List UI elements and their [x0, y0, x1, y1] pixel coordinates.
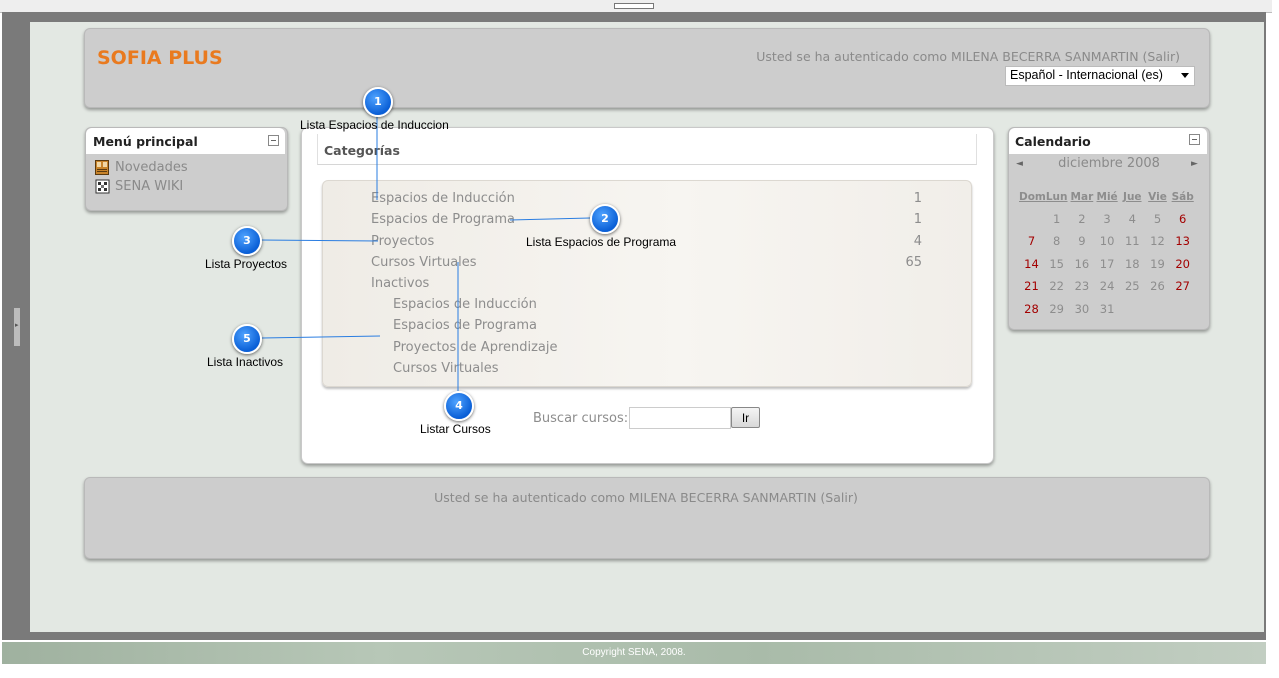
callout-label-4: Listar Cursos	[420, 422, 491, 436]
callout-label-1: Lista Espacios de Induccion	[300, 118, 449, 132]
callout-label-5: Lista Inactivos	[207, 355, 284, 369]
callout-line-2	[509, 217, 591, 221]
callout-line-3	[259, 239, 379, 242]
callout-lines	[259, 114, 591, 391]
callout-marker-2: 2	[590, 204, 620, 234]
callout-label-3: Lista Proyectos	[205, 257, 288, 271]
callout-marker-4: 4	[444, 391, 474, 421]
callout-label-2: Lista Espacios de Programa	[526, 235, 677, 249]
callout-marker-3: 3	[232, 226, 262, 256]
callout-marker-1: 1	[363, 87, 393, 117]
callout-line-5	[261, 335, 381, 339]
callout-marker-5: 5	[232, 324, 262, 354]
